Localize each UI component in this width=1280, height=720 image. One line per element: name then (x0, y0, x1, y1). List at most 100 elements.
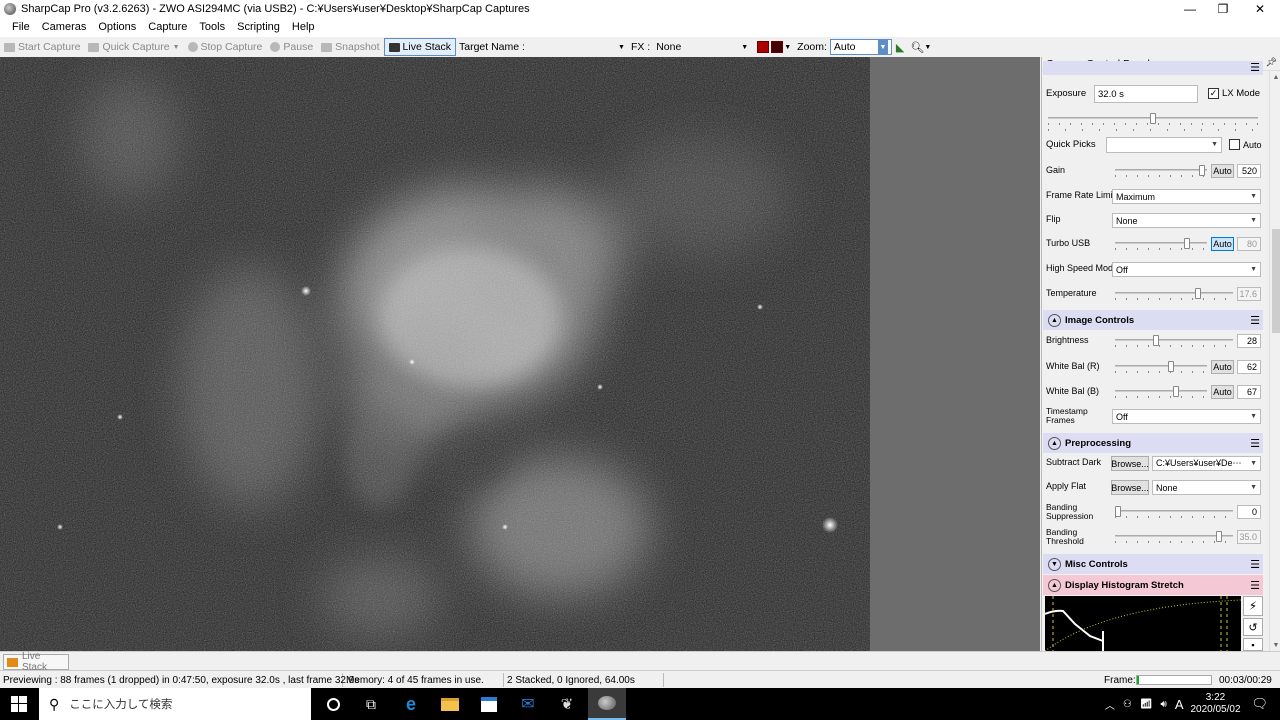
task-view-icon[interactable]: ⧉ (352, 688, 390, 720)
quick-capture-button[interactable]: Quick Capture ▼ (84, 38, 183, 56)
lx-mode-checkbox[interactable]: ✓ LX Mode (1208, 88, 1260, 99)
cortana-icon[interactable] (314, 688, 352, 720)
timestamp-dropdown[interactable]: Off ▼ (1112, 409, 1261, 424)
brightness-slider[interactable] (1115, 335, 1233, 349)
scroll-down-icon[interactable]: ▼ (1270, 639, 1280, 651)
menu-capture[interactable]: Capture (142, 18, 193, 37)
wb-red-value[interactable]: 62 (1237, 360, 1261, 374)
preprocessing-header[interactable]: ▲ Preprocessing ☰ (1043, 433, 1263, 453)
close-button[interactable]: ✕ (1242, 0, 1278, 18)
wb-red-slider[interactable] (1115, 361, 1207, 375)
exposure-input[interactable]: 32.0 s (1094, 85, 1198, 103)
scroll-up-icon[interactable]: ▲ (1270, 71, 1280, 83)
pause-button[interactable]: Pause (266, 38, 317, 56)
edge-icon[interactable]: e (392, 688, 430, 720)
slider-handle[interactable] (1115, 506, 1121, 517)
histogram-header[interactable]: ▲ Display Histogram Stretch ☰ (1043, 575, 1263, 595)
quick-picks-dropdown[interactable]: ▼ (1106, 137, 1222, 153)
banding-suppression-slider[interactable] (1115, 506, 1233, 520)
live-stack-tab[interactable]: Live Stack (3, 651, 69, 673)
ime-indicator[interactable]: A (1171, 697, 1188, 712)
sharpcap-taskbar-icon[interactable] (588, 688, 626, 720)
network-icon[interactable]: 📶︎ (1136, 699, 1157, 710)
target-name-dropdown[interactable]: ▼ (527, 39, 628, 55)
menu-icon[interactable]: ☰ (1250, 314, 1260, 327)
flip-dropdown[interactable]: None ▼ (1112, 213, 1261, 228)
menu-file[interactable]: File (6, 18, 36, 37)
snapshot-button[interactable]: Snapshot (317, 38, 383, 56)
chevron-up-icon[interactable]: ︿ (1101, 697, 1119, 712)
gain-slider[interactable] (1115, 165, 1207, 179)
preview-image[interactable] (0, 57, 870, 651)
store-icon[interactable] (470, 688, 508, 720)
file-explorer-icon[interactable] (431, 688, 469, 720)
volume-icon[interactable]: 🔊︎ (1157, 699, 1171, 710)
slider-handle[interactable] (1168, 361, 1175, 372)
collapse-icon[interactable]: ▲ (1048, 578, 1061, 592)
people-icon[interactable]: ⚇ (1119, 699, 1136, 710)
brightness-value[interactable]: 28 (1237, 334, 1261, 348)
banding-suppression-value[interactable]: 0 (1237, 505, 1261, 519)
fx-dropdown[interactable]: None ▼ (653, 39, 752, 55)
collapse-icon[interactable]: ▲ (1048, 436, 1061, 450)
panel-scrollbar[interactable]: ▲ ▼ (1269, 71, 1280, 651)
maximize-button[interactable]: ❐ (1205, 0, 1241, 18)
stop-capture-button[interactable]: Stop Capture (184, 38, 267, 56)
collapse-icon[interactable]: ▲ (1048, 313, 1061, 327)
slider-handle[interactable] (1199, 165, 1206, 176)
apply-flat-browse-button[interactable]: Browse... (1111, 480, 1149, 495)
gain-value[interactable]: 520 (1237, 164, 1261, 178)
menu-tools[interactable]: Tools (193, 18, 231, 37)
menu-cameras[interactable]: Cameras (36, 18, 93, 37)
frame-rate-dropdown[interactable]: Maximum ▼ (1112, 189, 1261, 204)
reticle-icon[interactable] (757, 41, 770, 53)
exposure-slider[interactable] (1048, 113, 1258, 127)
clock[interactable]: 3:22 2020/05/02 (1187, 692, 1243, 716)
auto-checkbox[interactable]: Auto (1229, 139, 1262, 150)
reset-icon[interactable]: ↺ (1243, 618, 1263, 636)
scrollbar-thumb[interactable] (1272, 229, 1280, 333)
chevron-down-icon[interactable]: ▼ (784, 44, 791, 51)
zoom-dropdown[interactable]: Auto ▼ (829, 39, 892, 55)
histogram-icon[interactable]: ◣ (896, 41, 904, 54)
wb-red-auto-button[interactable]: Auto (1211, 360, 1234, 374)
start-button[interactable] (0, 688, 38, 720)
chevron-down-icon[interactable]: ▼ (924, 44, 931, 51)
menu-icon[interactable]: ☰ (1250, 558, 1260, 571)
subtract-dark-browse-button[interactable]: Browse... (1111, 456, 1149, 471)
menu-help[interactable]: Help (286, 18, 321, 37)
save-icon[interactable]: ▪ (1243, 638, 1263, 651)
histogram-display[interactable] (1044, 596, 1242, 651)
app-icon-feather[interactable]: ❦ (548, 688, 586, 720)
slider-handle[interactable] (1150, 113, 1156, 124)
start-capture-button[interactable]: Start Capture (0, 38, 84, 56)
overlay-icon[interactable] (771, 41, 784, 53)
live-stack-button[interactable]: Live Stack (383, 38, 456, 56)
menu-icon[interactable]: ☰ (1250, 579, 1260, 592)
high-speed-dropdown[interactable]: Off ▼ (1112, 262, 1261, 277)
image-controls-header[interactable]: ▲ Image Controls ☰ (1043, 310, 1263, 330)
menu-options[interactable]: Options (92, 18, 142, 37)
expand-icon[interactable]: ▼ (1048, 557, 1061, 571)
misc-controls-header[interactable]: ▼ Misc Controls ☰ (1043, 554, 1263, 574)
pin-icon[interactable]: 📌︎ (1266, 57, 1277, 68)
turbo-usb-slider[interactable] (1115, 238, 1207, 252)
menu-icon[interactable]: ☰ (1250, 437, 1260, 450)
slider-handle[interactable] (1172, 386, 1179, 397)
zoom-icon[interactable]: 🔍︎ (910, 41, 924, 54)
taskbar-search[interactable]: ⚲ ここに入力して検索 (39, 688, 311, 720)
notifications-icon[interactable]: 🗨︎ (1243, 696, 1280, 712)
mail-icon[interactable]: ✉ (509, 688, 547, 720)
subtract-dark-dropdown[interactable]: C:¥Users¥user¥De⋯ ▼ (1152, 456, 1261, 471)
turbo-usb-auto-button[interactable]: Auto (1211, 237, 1234, 251)
wb-blue-value[interactable]: 67 (1237, 385, 1261, 399)
wb-blue-slider[interactable] (1115, 386, 1207, 400)
apply-flat-dropdown[interactable]: None ▼ (1152, 480, 1261, 495)
slider-handle[interactable] (1183, 238, 1190, 249)
menu-icon[interactable]: ☰ (1250, 61, 1260, 74)
auto-stretch-icon[interactable]: ⚡︎ (1243, 596, 1263, 616)
menu-scripting[interactable]: Scripting (231, 18, 286, 37)
slider-handle[interactable] (1153, 335, 1160, 346)
gain-auto-button[interactable]: Auto (1211, 164, 1234, 178)
minimize-button[interactable]: — (1172, 0, 1208, 18)
